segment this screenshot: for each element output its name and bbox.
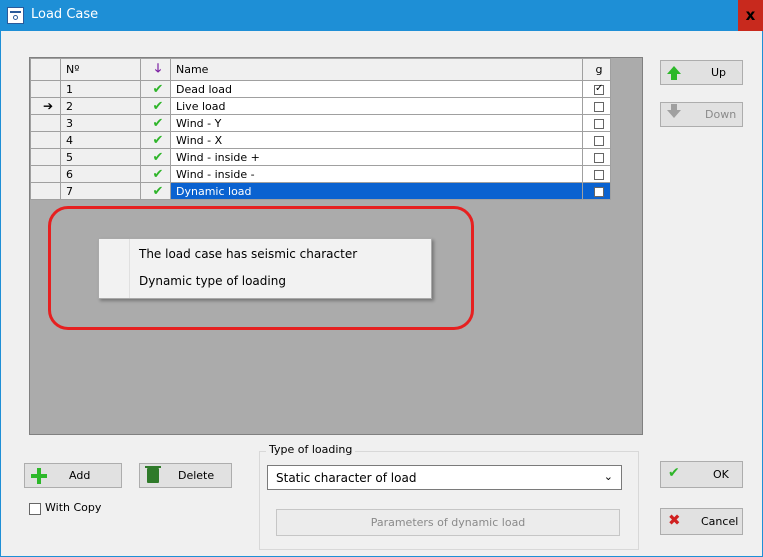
table-row[interactable]: 7 ✔ Dynamic load bbox=[30, 182, 611, 200]
current-row-arrow-icon: ➔ bbox=[42, 99, 54, 113]
row-indicator bbox=[30, 114, 61, 132]
down-arrow-icon bbox=[667, 104, 681, 118]
title-bar: Load Case x bbox=[0, 0, 763, 31]
row-number: 3 bbox=[60, 114, 141, 132]
row-number: 1 bbox=[60, 80, 141, 98]
g-checkbox[interactable] bbox=[594, 169, 604, 180]
row-name[interactable]: Wind - inside - bbox=[170, 165, 583, 183]
column-header-sort[interactable]: 🡓 bbox=[140, 58, 171, 81]
g-checkbox[interactable] bbox=[594, 135, 604, 146]
close-button[interactable]: x bbox=[738, 0, 763, 31]
row-number: 7 bbox=[60, 182, 141, 200]
row-status: ✔ bbox=[140, 131, 171, 149]
row-g[interactable] bbox=[582, 131, 611, 149]
with-copy-checkbox[interactable] bbox=[29, 503, 41, 515]
window-title: Load Case bbox=[31, 7, 99, 22]
down-arrow-icon: 🡓 bbox=[154, 61, 162, 75]
plus-icon bbox=[31, 468, 47, 484]
row-g[interactable] bbox=[582, 148, 611, 166]
highlight-annotation bbox=[48, 206, 474, 330]
row-status: ✔ bbox=[140, 148, 171, 166]
trash-icon bbox=[145, 466, 161, 483]
row-indicator bbox=[30, 80, 61, 98]
green-check-icon: ✔ bbox=[152, 81, 164, 97]
green-check-icon: ✔ bbox=[152, 149, 164, 165]
table-row[interactable]: 5 ✔ Wind - inside + bbox=[30, 148, 611, 166]
row-number: 4 bbox=[60, 131, 141, 149]
with-copy-label: With Copy bbox=[45, 501, 102, 514]
row-status: ✔ bbox=[140, 182, 171, 200]
g-checkbox[interactable] bbox=[594, 186, 604, 197]
row-indicator bbox=[30, 182, 61, 200]
row-indicator: ➔ bbox=[30, 97, 61, 115]
row-status: ✔ bbox=[140, 97, 171, 115]
row-g[interactable] bbox=[582, 165, 611, 183]
type-of-loading-title: Type of loading bbox=[266, 443, 356, 456]
row-g[interactable] bbox=[582, 114, 611, 132]
column-header-g[interactable]: g bbox=[582, 58, 611, 81]
parameters-of-dynamic-load-button[interactable]: Parameters of dynamic load bbox=[276, 509, 620, 536]
row-number: 5 bbox=[60, 148, 141, 166]
up-button[interactable]: Up bbox=[660, 60, 743, 85]
green-check-icon: ✔ bbox=[152, 183, 164, 199]
column-header-name[interactable]: Name bbox=[170, 58, 583, 81]
indicator-header bbox=[30, 58, 61, 81]
green-check-icon: ✔ bbox=[152, 115, 164, 131]
table-row[interactable]: 6 ✔ Wind - inside - bbox=[30, 165, 611, 183]
row-number: 6 bbox=[60, 165, 141, 183]
app-icon bbox=[7, 7, 24, 24]
cancel-button[interactable]: ✖ Cancel bbox=[660, 508, 743, 535]
up-arrow-icon bbox=[667, 66, 681, 80]
table-row[interactable]: 1 ✔ Dead load bbox=[30, 80, 611, 98]
row-indicator bbox=[30, 131, 61, 149]
row-name[interactable]: Dead load bbox=[170, 80, 583, 98]
row-status: ✔ bbox=[140, 114, 171, 132]
column-header-number[interactable]: Nº bbox=[60, 58, 141, 81]
ok-button[interactable]: ✔ OK bbox=[660, 461, 743, 488]
row-g[interactable] bbox=[582, 97, 611, 115]
green-check-icon: ✔ bbox=[152, 166, 164, 182]
delete-button[interactable]: Delete bbox=[139, 463, 232, 488]
add-button[interactable]: Add bbox=[24, 463, 122, 488]
row-number: 2 bbox=[60, 97, 141, 115]
grid-header-row: Nº 🡓 Name g bbox=[30, 58, 611, 81]
type-of-loading-select[interactable]: Static character of load ⌄ bbox=[267, 465, 622, 490]
check-icon: ✔ bbox=[668, 465, 680, 481]
green-check-icon: ✔ bbox=[152, 98, 164, 114]
g-checkbox[interactable] bbox=[594, 152, 604, 163]
row-name[interactable]: Live load bbox=[170, 97, 583, 115]
table-row[interactable]: 3 ✔ Wind - Y bbox=[30, 114, 611, 132]
down-button[interactable]: Down bbox=[660, 102, 743, 127]
row-name[interactable]: Wind - X bbox=[170, 131, 583, 149]
row-status: ✔ bbox=[140, 80, 171, 98]
row-name[interactable]: Dynamic load bbox=[170, 182, 583, 200]
row-name[interactable]: Wind - Y bbox=[170, 114, 583, 132]
load-case-table: Nº 🡓 Name g 1 ✔ Dead load ➔ 2 ✔ Live load 3 ✔ Win… bbox=[30, 58, 611, 200]
table-row[interactable]: ➔ 2 ✔ Live load bbox=[30, 97, 611, 115]
type-of-loading-value: Static character of load bbox=[276, 471, 417, 485]
table-row[interactable]: 4 ✔ Wind - X bbox=[30, 131, 611, 149]
row-g[interactable] bbox=[582, 80, 611, 98]
g-checkbox[interactable] bbox=[594, 83, 604, 95]
cancel-icon: ✖ bbox=[668, 511, 681, 529]
g-checkbox[interactable] bbox=[594, 101, 604, 112]
row-indicator bbox=[30, 165, 61, 183]
green-check-icon: ✔ bbox=[152, 132, 164, 148]
row-name[interactable]: Wind - inside + bbox=[170, 148, 583, 166]
row-g[interactable] bbox=[582, 182, 611, 200]
row-status: ✔ bbox=[140, 165, 171, 183]
chevron-down-icon: ⌄ bbox=[603, 470, 613, 483]
row-indicator bbox=[30, 148, 61, 166]
g-checkbox[interactable] bbox=[594, 118, 604, 129]
